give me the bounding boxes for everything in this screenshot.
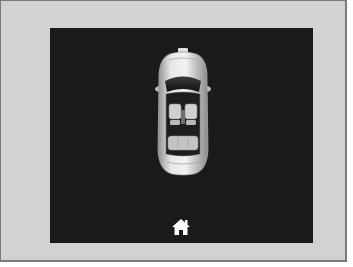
car-top-view-icon <box>155 48 211 176</box>
display-frame <box>0 0 347 262</box>
home-icon[interactable] <box>171 218 191 236</box>
display-screen <box>50 28 313 243</box>
